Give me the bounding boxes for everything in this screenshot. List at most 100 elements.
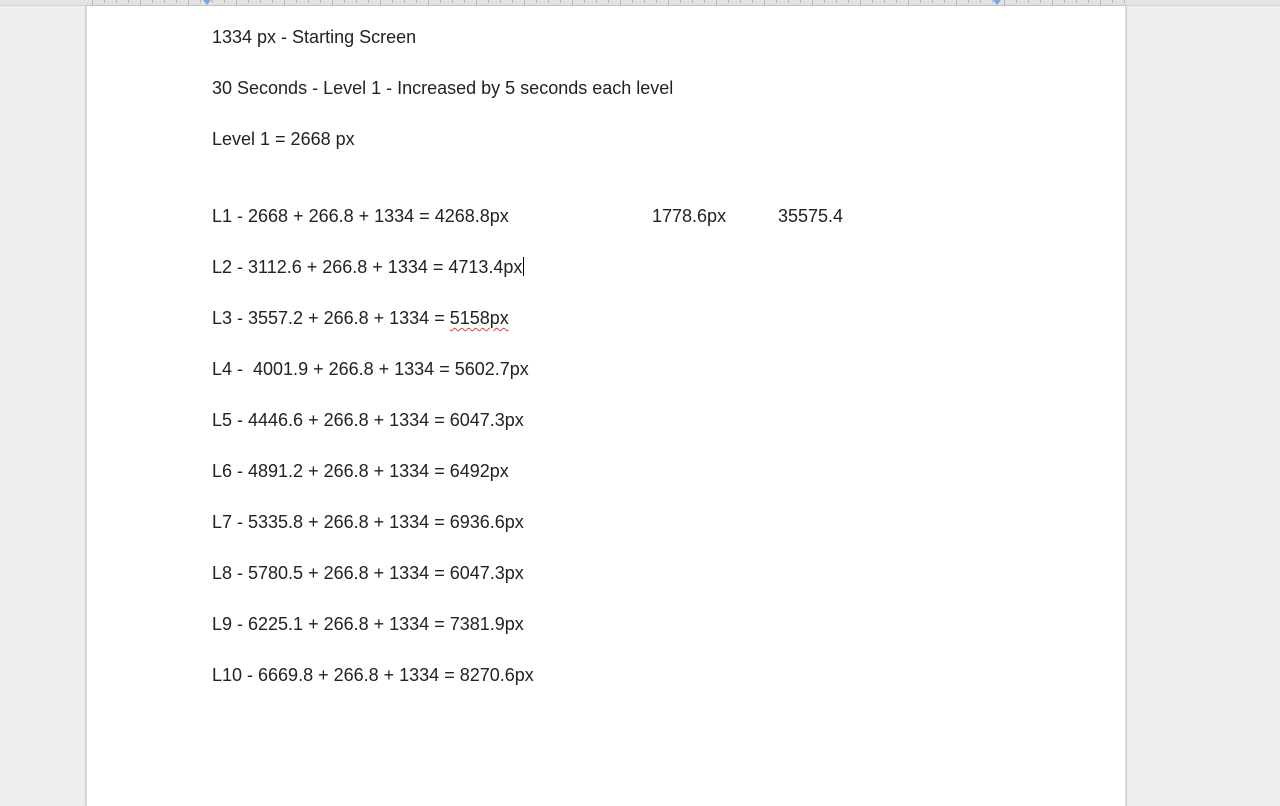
doc-line-l3[interactable]: L3 - 3557.2 + 266.8 + 1334 = 5158px <box>212 307 509 329</box>
doc-line-l4[interactable]: L4 - 4001.9 + 266.8 + 1334 = 5602.7px <box>212 358 529 380</box>
ruler-tick <box>92 0 93 5</box>
ruler-tick <box>416 0 417 3</box>
ruler-tick <box>128 0 129 3</box>
doc-line-l2[interactable]: L2 - 3112.6 + 266.8 + 1334 = 4713.4px <box>212 256 525 278</box>
doc-line-l1[interactable]: L1 - 2668 + 266.8 + 1334 = 4268.8px <box>212 205 509 227</box>
doc-line-l5[interactable]: L5 - 4446.6 + 266.8 + 1334 = 6047.3px <box>212 409 524 431</box>
ruler-tick <box>788 0 789 3</box>
ruler-tick <box>1100 0 1101 5</box>
ruler-tick <box>596 0 597 3</box>
ruler-tick <box>704 0 705 3</box>
ruler-tick <box>932 0 933 3</box>
ruler-tick <box>284 0 285 5</box>
ruler-tick <box>608 0 609 3</box>
ruler-tick <box>1004 0 1005 5</box>
indent-marker-icon[interactable] <box>993 0 1001 5</box>
doc-line-l9[interactable]: L9 - 6225.1 + 266.8 + 1334 = 7381.9px <box>212 613 524 635</box>
ruler-tick <box>728 0 729 3</box>
ruler-tick <box>104 0 105 3</box>
ruler-tick <box>752 0 753 3</box>
ruler-tick <box>392 0 393 3</box>
ruler-tick <box>920 0 921 3</box>
ruler-tick <box>248 0 249 3</box>
doc-line-seconds[interactable]: 30 Seconds - Level 1 - Increased by 5 se… <box>212 77 673 99</box>
ruler-tick <box>536 0 537 3</box>
ruler-tick <box>968 0 969 3</box>
ruler-tick <box>404 0 405 3</box>
document-page[interactable]: 1334 px - Starting Screen 30 Seconds - L… <box>86 6 1126 806</box>
ruler-tick <box>548 0 549 3</box>
doc-line-l2-text: L2 - 3112.6 + 266.8 + 1334 = 4713.4px <box>212 257 523 277</box>
indent-marker-icon[interactable] <box>203 0 211 5</box>
ruler-tick <box>836 0 837 3</box>
ruler-tick <box>1076 0 1077 3</box>
spellcheck-flagged-word[interactable]: 5158px <box>450 308 509 328</box>
ruler-tick <box>668 0 669 5</box>
text-cursor <box>523 257 525 276</box>
doc-line-l8[interactable]: L8 - 5780.5 + 266.8 + 1334 = 6047.3px <box>212 562 524 584</box>
ruler-tick <box>764 0 765 5</box>
ruler-tick <box>272 0 273 3</box>
doc-line-level-1[interactable]: Level 1 = 2668 px <box>212 128 355 150</box>
ruler-tick <box>1028 0 1029 3</box>
ruler-tick <box>464 0 465 3</box>
ruler-tick <box>800 0 801 3</box>
ruler-tick <box>980 0 981 3</box>
ruler-tick <box>164 0 165 3</box>
ruler-tick <box>368 0 369 3</box>
ruler-tick <box>560 0 561 3</box>
ruler-tick <box>344 0 345 3</box>
ruler-tick <box>428 0 429 5</box>
ruler-tick <box>188 0 189 5</box>
ruler-tick <box>260 0 261 3</box>
ruler-tick <box>572 0 573 5</box>
doc-line-l7[interactable]: L7 - 5335.8 + 266.8 + 1334 = 6936.6px <box>212 511 524 533</box>
ruler-tick <box>380 0 381 5</box>
ruler-tick <box>308 0 309 3</box>
doc-line-l6[interactable]: L6 - 4891.2 + 266.8 + 1334 = 6492px <box>212 460 509 482</box>
doc-line-l3-text: L3 - 3557.2 + 266.8 + 1334 = <box>212 308 450 328</box>
ruler-tick <box>140 0 141 5</box>
ruler-tick <box>476 0 477 5</box>
ruler-tick <box>620 0 621 5</box>
ruler-tick <box>1016 0 1017 3</box>
ruler-tick <box>812 0 813 5</box>
doc-line-starting-screen[interactable]: 1334 px - Starting Screen <box>212 26 416 48</box>
ruler-tick <box>176 0 177 3</box>
ruler-tick <box>332 0 333 5</box>
ruler-tick <box>296 0 297 3</box>
ruler-tick <box>680 0 681 3</box>
ruler-tick <box>440 0 441 3</box>
ruler-tick <box>632 0 633 3</box>
doc-l1-extra-value-2[interactable]: 35575.4 <box>778 205 843 227</box>
ruler-tick <box>200 0 201 3</box>
doc-l1-extra-value-1[interactable]: 1778.6px <box>652 205 726 227</box>
ruler-tick <box>716 0 717 5</box>
ruler-tick <box>1088 0 1089 3</box>
ruler-tick <box>584 0 585 3</box>
ruler-tick <box>1052 0 1053 5</box>
ruler-tick <box>644 0 645 3</box>
ruler-tick <box>908 0 909 5</box>
ruler-tick <box>860 0 861 5</box>
ruler-tick <box>356 0 357 3</box>
ruler-tick <box>212 0 213 3</box>
ruler-tick <box>1064 0 1065 3</box>
doc-line-l10[interactable]: L10 - 6669.8 + 266.8 + 1334 = 8270.6px <box>212 664 534 686</box>
ruler-tick <box>524 0 525 5</box>
ruler-tick <box>692 0 693 3</box>
ruler-tick <box>236 0 237 5</box>
ruler-tick <box>884 0 885 3</box>
ruler-tick <box>824 0 825 3</box>
ruler-tick <box>896 0 897 3</box>
ruler-tick <box>776 0 777 3</box>
ruler-tick <box>656 0 657 3</box>
ruler-tick <box>956 0 957 5</box>
ruler-tick <box>872 0 873 3</box>
ruler-tick <box>848 0 849 3</box>
ruler-tick <box>500 0 501 3</box>
ruler-tick <box>1124 0 1125 3</box>
ruler-tick <box>152 0 153 3</box>
ruler-tick <box>452 0 453 3</box>
ruler-tick <box>944 0 945 3</box>
